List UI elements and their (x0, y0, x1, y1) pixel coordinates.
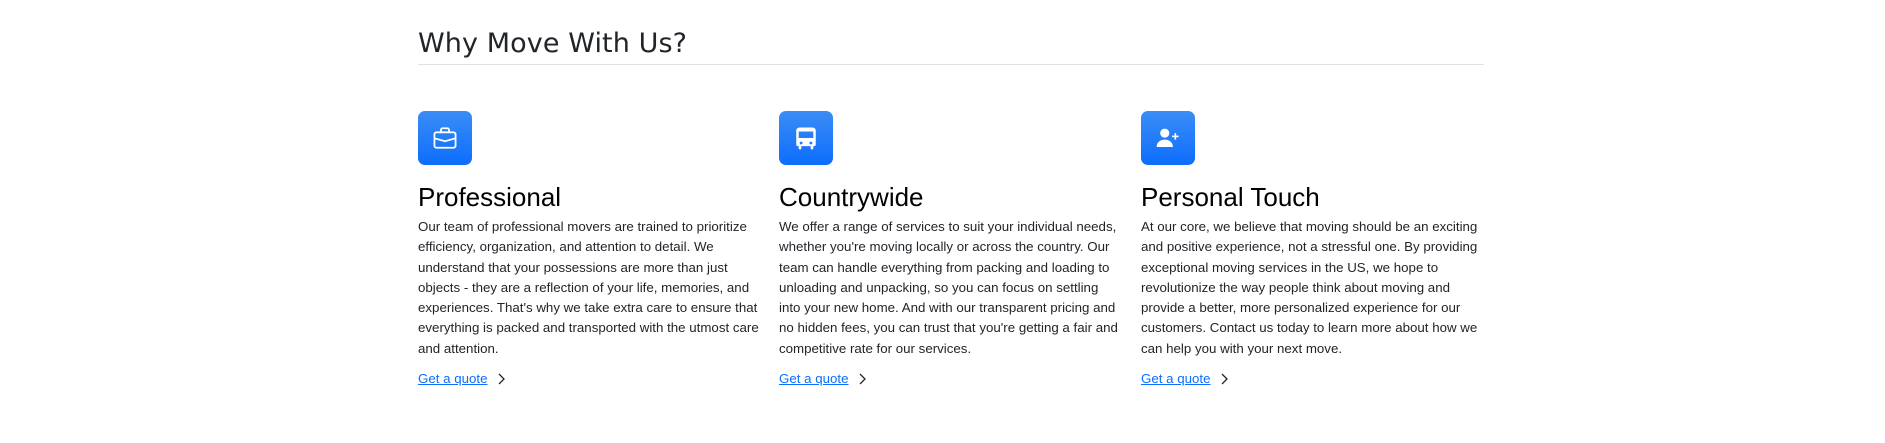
why-move-section: Why Move With Us? Professional Our team … (418, 0, 1484, 386)
features-row: Professional Our team of professional mo… (418, 111, 1518, 401)
bus-icon (779, 111, 833, 165)
feature-personal-touch: Personal Touch At our core, we believe t… (1141, 111, 1483, 387)
chevron-right-icon (496, 372, 506, 386)
chevron-right-icon (857, 372, 867, 386)
briefcase-icon (418, 111, 472, 165)
feature-description: Our team of professional movers are trai… (418, 219, 759, 356)
feature-countrywide: Countrywide We offer a range of services… (779, 111, 1121, 387)
chevron-right-icon (1219, 372, 1229, 386)
person-plus-icon (1141, 111, 1195, 165)
section-divider (418, 64, 1484, 65)
feature-professional: Professional Our team of professional mo… (418, 111, 760, 387)
feature-title: Personal Touch (1141, 182, 1320, 212)
feature-title: Professional (418, 182, 562, 212)
get-quote-link[interactable]: Get a quote (1141, 371, 1229, 386)
get-quote-link[interactable]: Get a quote (779, 371, 867, 386)
get-quote-label: Get a quote (779, 371, 849, 387)
get-quote-link[interactable]: Get a quote (418, 371, 506, 386)
feature-description: We offer a range of services to suit you… (779, 219, 1118, 356)
get-quote-label: Get a quote (418, 371, 488, 387)
section-title: Why Move With Us? (418, 28, 688, 59)
feature-title: Countrywide (779, 182, 924, 212)
get-quote-label: Get a quote (1141, 371, 1211, 387)
feature-description: At our core, we believe that moving shou… (1141, 219, 1478, 356)
